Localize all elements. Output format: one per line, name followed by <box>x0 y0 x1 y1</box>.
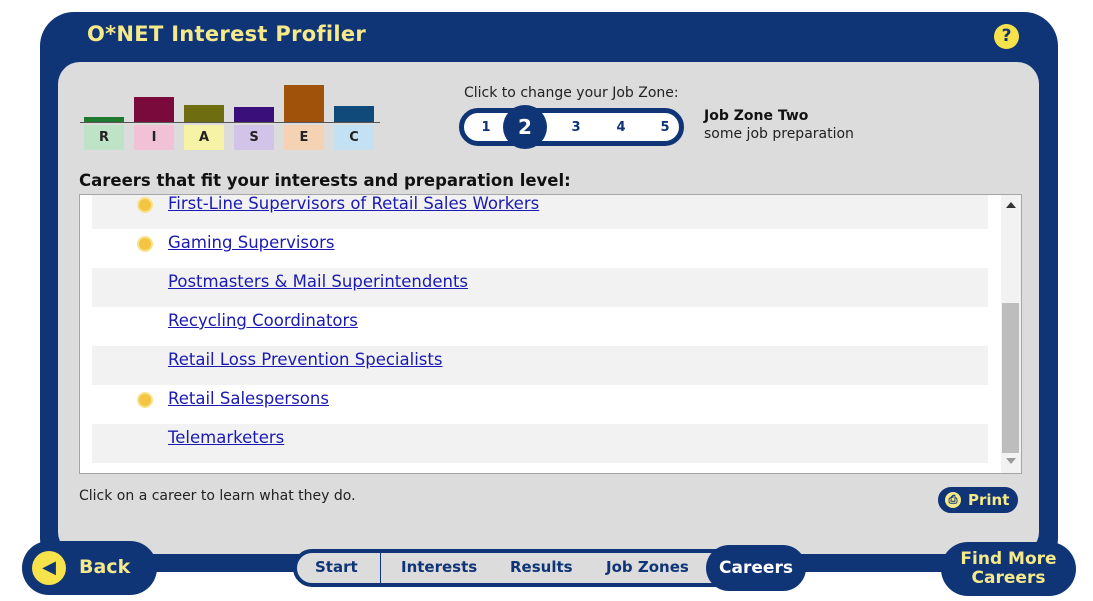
career-link[interactable]: Recycling Coordinators <box>168 311 358 330</box>
interest-label-s: S <box>234 125 274 150</box>
job-zone-4-button[interactable]: 4 <box>611 120 631 135</box>
back-button[interactable]: ◀ Back <box>22 541 157 595</box>
career-link[interactable]: Retail Salespersons <box>168 389 329 408</box>
scroll-down-icon[interactable] <box>1006 458 1016 464</box>
job-zone-subtitle: some job preparation <box>704 126 854 142</box>
help-icon[interactable]: ? <box>994 24 1019 49</box>
careers-list: First-Line Supervisors of Retail Sales W… <box>79 194 1022 474</box>
find-more-label-line1: Find More <box>960 549 1057 569</box>
job-zone-2-button[interactable]: 2 <box>503 105 547 149</box>
interest-bar-e <box>284 85 324 122</box>
printer-icon: ⎙ <box>945 492 961 508</box>
tab-start[interactable]: Start <box>315 558 358 576</box>
find-more-careers-button[interactable]: Find More Careers <box>941 542 1076 596</box>
list-item: Postmasters & Mail Superintendents <box>92 268 988 307</box>
interest-bar-c <box>334 106 374 122</box>
job-zone-title: Job Zone Two <box>704 108 809 124</box>
list-item: Gaming Supervisors <box>92 229 988 268</box>
scrollbar-thumb[interactable] <box>1002 303 1019 453</box>
interest-bar-i <box>134 97 174 122</box>
tab-careers[interactable]: Careers <box>706 545 806 591</box>
list-item: Recycling Coordinators <box>92 307 988 346</box>
job-zone-1-button[interactable]: 1 <box>476 120 496 135</box>
job-zone-5-button[interactable]: 5 <box>655 120 675 135</box>
find-more-label-line2: Careers <box>971 568 1046 588</box>
interest-label-i: I <box>134 125 174 150</box>
job-zone-prompt: Click to change your Job Zone: <box>464 85 679 101</box>
back-arrow-icon: ◀ <box>32 551 66 585</box>
scroll-up-icon[interactable] <box>1006 202 1016 208</box>
interest-label-r: R <box>84 125 124 150</box>
career-link[interactable]: Retail Loss Prevention Specialists <box>168 350 442 369</box>
tab-job-zones[interactable]: Job Zones <box>606 558 689 576</box>
job-zone-selector: 1 3 4 5 <box>459 108 684 146</box>
scrollbar[interactable] <box>1001 195 1021 473</box>
career-link[interactable]: Postmasters & Mail Superintendents <box>168 272 468 291</box>
chart-baseline <box>80 122 380 123</box>
tab-interests[interactable]: Interests <box>401 558 477 576</box>
bright-outlook-icon <box>139 238 151 250</box>
career-link[interactable]: First-Line Supervisors of Retail Sales W… <box>168 195 539 213</box>
print-label: Print <box>968 491 1010 509</box>
tab-results[interactable]: Results <box>510 558 573 576</box>
careers-hint: Click on a career to learn what they do. <box>79 488 356 504</box>
print-button[interactable]: ⎙ Print <box>938 487 1018 513</box>
list-item: Retail Salespersons <box>92 385 988 424</box>
interest-label-e: E <box>284 125 324 150</box>
back-label: Back <box>79 556 131 578</box>
interest-bar-a <box>184 105 224 122</box>
bright-outlook-icon <box>139 199 151 211</box>
interest-bar-s <box>234 107 274 122</box>
interest-label-c: C <box>334 125 374 150</box>
careers-heading: Careers that fit your interests and prep… <box>79 171 571 190</box>
list-item: First-Line Supervisors of Retail Sales W… <box>92 195 988 229</box>
list-item: Retail Loss Prevention Specialists <box>92 346 988 385</box>
list-item: Telemarketers <box>92 424 988 463</box>
app-title: O*NET Interest Profiler <box>87 22 367 46</box>
career-link[interactable]: Telemarketers <box>168 428 284 447</box>
career-link[interactable]: Gaming Supervisors <box>168 233 335 252</box>
interest-label-a: A <box>184 125 224 150</box>
bright-outlook-icon <box>139 394 151 406</box>
nav-divider <box>380 553 381 585</box>
job-zone-3-button[interactable]: 3 <box>566 120 586 135</box>
